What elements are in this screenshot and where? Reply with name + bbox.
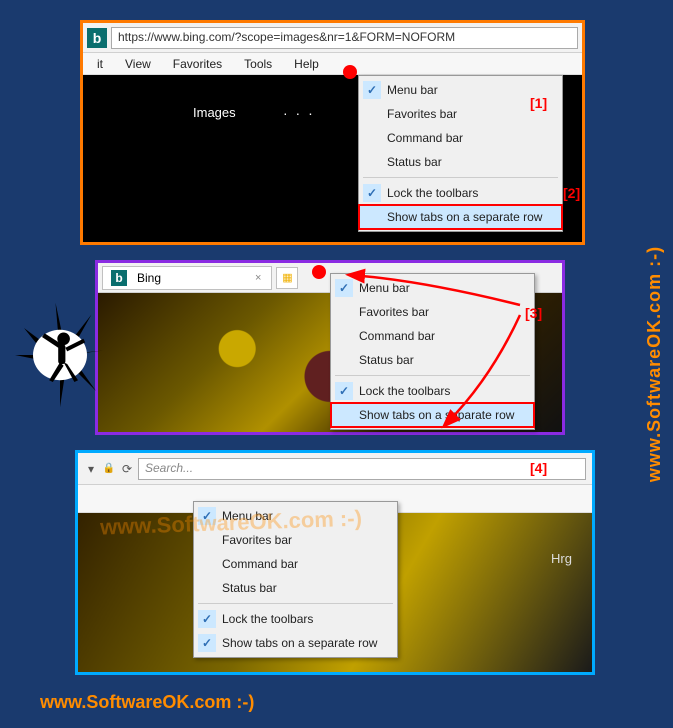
address-bar-row: b https://www.bing.com/?scope=images&nr=… <box>83 23 582 53</box>
ctx-item-favorites-bar[interactable]: Favorites bar <box>194 528 397 552</box>
ctx-item-command-bar[interactable]: Command bar <box>359 126 562 150</box>
ctx-item-menu-bar[interactable]: Menu bar <box>331 276 534 300</box>
search-input[interactable]: Search... <box>138 458 586 480</box>
ctx-item-show-tabs-separate-row[interactable]: Show tabs on a separate row <box>331 403 534 427</box>
ctx-item-status-bar[interactable]: Status bar <box>331 348 534 372</box>
menu-edit[interactable]: it <box>87 55 113 73</box>
ctx-item-menu-bar[interactable]: Menu bar <box>194 504 397 528</box>
ctx-item-status-bar[interactable]: Status bar <box>194 576 397 600</box>
lock-icon <box>102 462 116 476</box>
ctx-item-lock-toolbars[interactable]: Lock the toolbars <box>359 181 562 205</box>
ctx-item-show-tabs-separate-row[interactable]: Show tabs on a separate row <box>194 631 397 655</box>
tab-title: Bing <box>137 271 161 285</box>
context-menu-2: Menu bar Favorites bar Command bar Statu… <box>330 273 535 430</box>
ctx-item-lock-toolbars[interactable]: Lock the toolbars <box>194 607 397 631</box>
panel-2: b Bing × ▦ Menu bar Favorites bar Comman… <box>95 260 565 435</box>
bing-favicon-icon: b <box>111 270 127 286</box>
watermark-bottom: www.SoftwareOK.com :-) <box>40 692 254 713</box>
ctx-separator <box>363 177 558 178</box>
menu-bar: it View Favorites Tools Help <box>83 53 582 75</box>
annotation-1: [1] <box>530 95 547 111</box>
annotation-4: [4] <box>530 460 547 476</box>
ctx-separator <box>198 603 393 604</box>
search-bar-row: Search... <box>78 453 592 485</box>
refresh-icon[interactable] <box>120 462 134 476</box>
menu-tools[interactable]: Tools <box>234 55 282 73</box>
click-indicator-dot <box>343 65 357 79</box>
click-indicator-dot <box>312 265 326 279</box>
ctx-item-status-bar[interactable]: Status bar <box>359 150 562 174</box>
menu-favorites[interactable]: Favorites <box>163 55 232 73</box>
ctx-separator <box>335 375 530 376</box>
address-bar-input[interactable]: https://www.bing.com/?scope=images&nr=1&… <box>111 27 578 49</box>
menu-view[interactable]: View <box>115 55 161 73</box>
ctx-item-command-bar[interactable]: Command bar <box>331 324 534 348</box>
annotation-3: [3] <box>525 305 542 321</box>
images-label[interactable]: Images <box>193 105 236 120</box>
ctx-item-favorites-bar[interactable]: Favorites bar <box>331 300 534 324</box>
bing-favicon-icon: b <box>87 28 107 48</box>
watermark-right: www.SoftwareOK.com :-) <box>644 246 665 482</box>
panel-3: Search... Hrg Menu bar Favorites bar Com… <box>75 450 595 675</box>
annotation-2: [2] <box>563 185 580 201</box>
ctx-item-show-tabs-separate-row[interactable]: Show tabs on a separate row <box>359 205 562 229</box>
hrg-label: Hrg <box>551 551 572 566</box>
panel-1: b https://www.bing.com/?scope=images&nr=… <box>80 20 585 245</box>
dropdown-icon[interactable] <box>84 462 98 476</box>
jumping-figure-icon <box>15 300 105 410</box>
ellipsis-icon[interactable]: · · · <box>283 105 315 121</box>
context-menu-3: Menu bar Favorites bar Command bar Statu… <box>193 501 398 658</box>
close-tab-icon[interactable]: × <box>253 272 263 284</box>
tab-bing[interactable]: b Bing × <box>102 266 272 290</box>
ctx-item-lock-toolbars[interactable]: Lock the toolbars <box>331 379 534 403</box>
new-tab-button[interactable]: ▦ <box>276 267 298 289</box>
menu-help[interactable]: Help <box>284 55 329 73</box>
ctx-item-command-bar[interactable]: Command bar <box>194 552 397 576</box>
